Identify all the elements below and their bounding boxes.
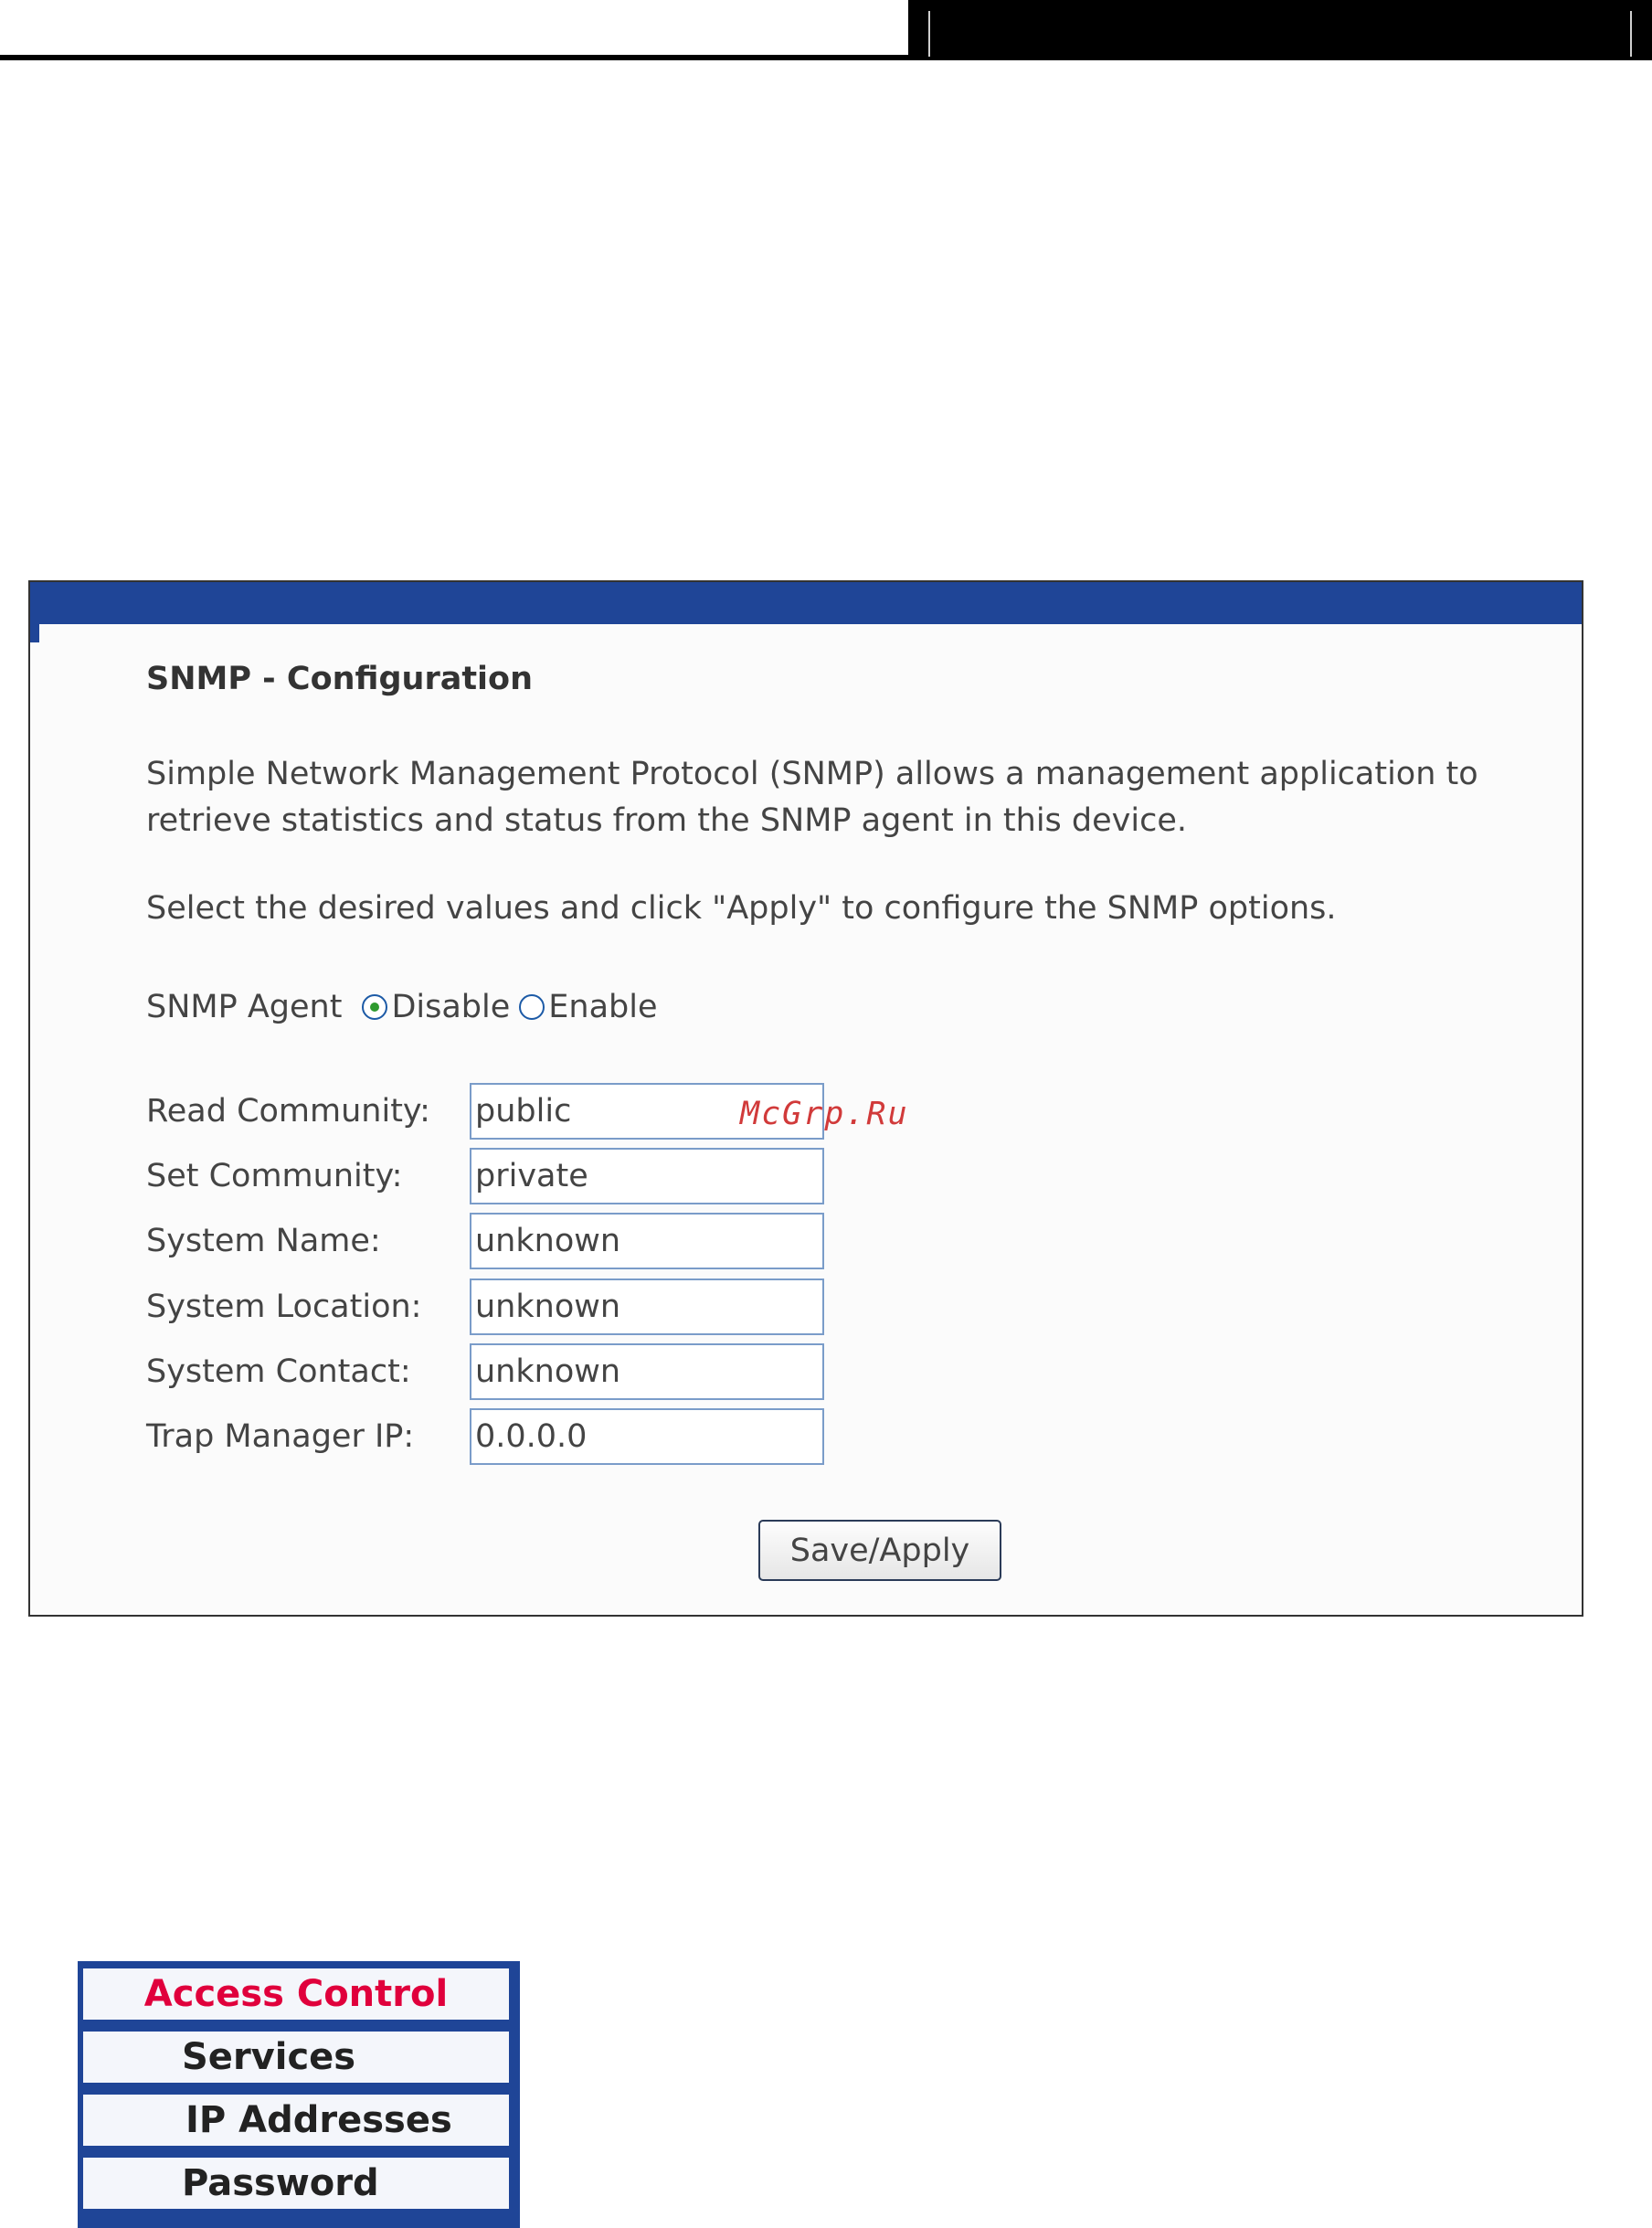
- read-community-label: Read Community:: [146, 1093, 430, 1130]
- panel-header-band: [30, 582, 1582, 624]
- header-block-right-edge: [1630, 11, 1632, 57]
- menu-access-control[interactable]: Access Control: [83, 1968, 509, 2020]
- system-location-label: System Location:: [146, 1289, 422, 1325]
- snmp-agent-label: SNMP Agent: [146, 989, 343, 1025]
- system-contact-field[interactable]: [470, 1343, 824, 1400]
- system-contact-label: System Contact:: [146, 1353, 411, 1390]
- set-community-field[interactable]: [470, 1148, 824, 1204]
- enable-radio-label[interactable]: Enable: [548, 989, 657, 1025]
- header-block-left-edge: [928, 11, 930, 57]
- page-title: SNMP - Configuration: [146, 661, 534, 697]
- panel-corner: [30, 624, 39, 642]
- system-location-field[interactable]: [470, 1278, 824, 1335]
- set-community-label: Set Community:: [146, 1158, 403, 1194]
- access-control-menu: Access Control Services IP Addresses Pas…: [78, 1961, 520, 2228]
- trap-manager-ip-field[interactable]: [470, 1408, 824, 1465]
- menu-item-password[interactable]: Password: [83, 2158, 509, 2209]
- trap-manager-ip-label: Trap Manager IP:: [146, 1418, 415, 1455]
- system-name-field[interactable]: [470, 1213, 824, 1269]
- system-name-label: System Name:: [146, 1223, 381, 1259]
- watermark: McGrp.Ru: [740, 1096, 909, 1132]
- page-instruction: Select the desired values and click "App…: [146, 890, 1337, 927]
- snmp-agent-row: SNMP Agent Disable Enable: [146, 985, 667, 1029]
- menu-item-services[interactable]: Services: [83, 2032, 509, 2083]
- menu-item-ip-addresses[interactable]: IP Addresses: [83, 2095, 509, 2146]
- page-description: Simple Network Management Protocol (SNMP…: [146, 756, 1478, 839]
- disable-radio[interactable]: [362, 994, 388, 1020]
- enable-radio[interactable]: [519, 994, 545, 1020]
- disable-radio-label[interactable]: Disable: [391, 989, 510, 1025]
- save-apply-button[interactable]: Save/Apply: [758, 1520, 1001, 1581]
- page-header-block: [908, 0, 1652, 60]
